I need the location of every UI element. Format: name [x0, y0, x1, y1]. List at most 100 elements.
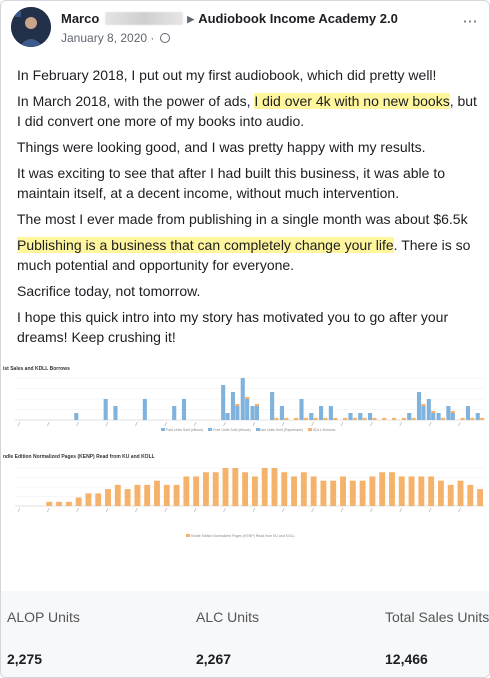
bar: [279, 406, 284, 420]
group-name[interactable]: Audiobook Income Academy 2.0: [198, 11, 398, 26]
bar: [245, 396, 250, 399]
bar: [103, 399, 108, 420]
bar: [144, 484, 151, 506]
bar: [431, 410, 436, 413]
bar: [105, 489, 111, 506]
bar: [431, 413, 436, 420]
bar: [340, 476, 346, 506]
bar: [382, 417, 387, 420]
bar: [362, 417, 367, 420]
stat-label: ALOP Units: [7, 609, 80, 625]
x-tick: [252, 421, 256, 427]
bar: [261, 468, 268, 506]
bar: [242, 472, 249, 506]
legend-swatch: [255, 428, 260, 431]
bar: [460, 417, 465, 420]
more-horizontal-icon[interactable]: ⋯: [459, 11, 481, 33]
bar: [85, 493, 92, 506]
chart-legend: Paid Units Sold (eBook) Free Units Sold (…: [156, 428, 335, 432]
x-tick: [370, 421, 373, 427]
bar: [56, 501, 62, 506]
bar: [240, 378, 245, 420]
bar: [416, 392, 422, 420]
highlighted-text: Publishing is a business that can comple…: [17, 237, 394, 253]
bar: [457, 480, 464, 506]
stat-value: 2,275: [7, 651, 43, 667]
x-tick: [252, 507, 256, 513]
bar: [372, 417, 377, 420]
bar: [480, 417, 485, 420]
bar: [450, 413, 455, 420]
bar: [299, 399, 304, 420]
bar: [328, 406, 333, 420]
x-tick: [458, 421, 461, 427]
legend-swatch: [161, 428, 165, 431]
bar: [465, 406, 471, 420]
post-title: Marco ▶ Audiobook Income Academy 2.0: [61, 11, 398, 26]
chart-legend: Kindle Edition Normalized Pages (KENP) R…: [181, 534, 295, 538]
x-tick: [193, 421, 197, 427]
bar: [475, 413, 480, 420]
kenp-chart: ndle Edition Normalized Pages (KENP) Rea…: [1, 454, 489, 544]
bar: [142, 399, 147, 420]
bar: [477, 489, 484, 506]
bar: [251, 476, 258, 506]
stats-panel: ALOP Units 2,275 ALC Units 2,267 Total S…: [1, 591, 489, 677]
legend-label: Paid Units Sold (eBook): [166, 428, 204, 432]
author-name[interactable]: Marco: [61, 11, 99, 26]
bar: [369, 476, 376, 506]
post-meta: January 8, 2020 ·: [61, 31, 170, 45]
x-tick: [135, 421, 138, 427]
x-tick: [193, 507, 197, 513]
bar: [113, 406, 118, 420]
bar: [235, 413, 240, 420]
x-tick: [428, 421, 432, 427]
bar: [436, 413, 441, 420]
legend-label: Kindle Edition Normalized Pages (KENP) R…: [191, 534, 295, 538]
bar: [352, 417, 357, 420]
bar: [323, 417, 328, 420]
legend-label: KDLL Borrows: [312, 428, 336, 432]
x-tick: [17, 421, 21, 427]
x-tick: [47, 421, 50, 427]
bar: [212, 472, 219, 506]
kenp-svg: [15, 467, 485, 513]
sales-borrows-chart: ist Sales and KDLL Borrows Paid Units So…: [1, 366, 489, 436]
x-tick: [164, 507, 168, 513]
x-tick: [399, 507, 403, 513]
bar: [291, 476, 297, 506]
bar: [254, 403, 260, 406]
paragraph: In February 2018, I put out my first aud…: [17, 67, 437, 83]
author-avatar[interactable]: [11, 7, 51, 47]
bar: [398, 476, 405, 506]
x-tick: [340, 421, 344, 427]
bar: [450, 410, 455, 413]
bar: [313, 417, 318, 420]
bar: [440, 417, 446, 420]
post-body: In February 2018, I put out my first aud…: [17, 65, 481, 353]
bar: [349, 480, 356, 506]
x-tick: [105, 421, 109, 427]
bar: [284, 417, 289, 420]
bar: [359, 480, 366, 506]
post-date[interactable]: January 8, 2020: [61, 31, 147, 45]
bar: [426, 399, 431, 420]
paragraph: Publishing is a business that can comple…: [17, 237, 471, 273]
bar: [124, 489, 131, 506]
bar: [348, 413, 353, 420]
bar: [222, 468, 229, 506]
bar: [270, 392, 275, 420]
bar: [274, 417, 279, 420]
x-tick: [282, 507, 285, 513]
bar: [46, 501, 53, 506]
x-tick: [105, 507, 109, 513]
post-header: Marco ▶ Audiobook Income Academy 2.0 Janua…: [11, 7, 481, 47]
bar: [300, 472, 307, 506]
highlighted-text: I did over 4k with no new books: [254, 93, 450, 109]
bar: [319, 406, 324, 420]
x-tick: [340, 507, 344, 513]
bar: [389, 472, 395, 506]
bar: [74, 413, 79, 420]
legend-label: Free Units Sold (eBook): [213, 428, 251, 432]
bar: [235, 403, 240, 406]
